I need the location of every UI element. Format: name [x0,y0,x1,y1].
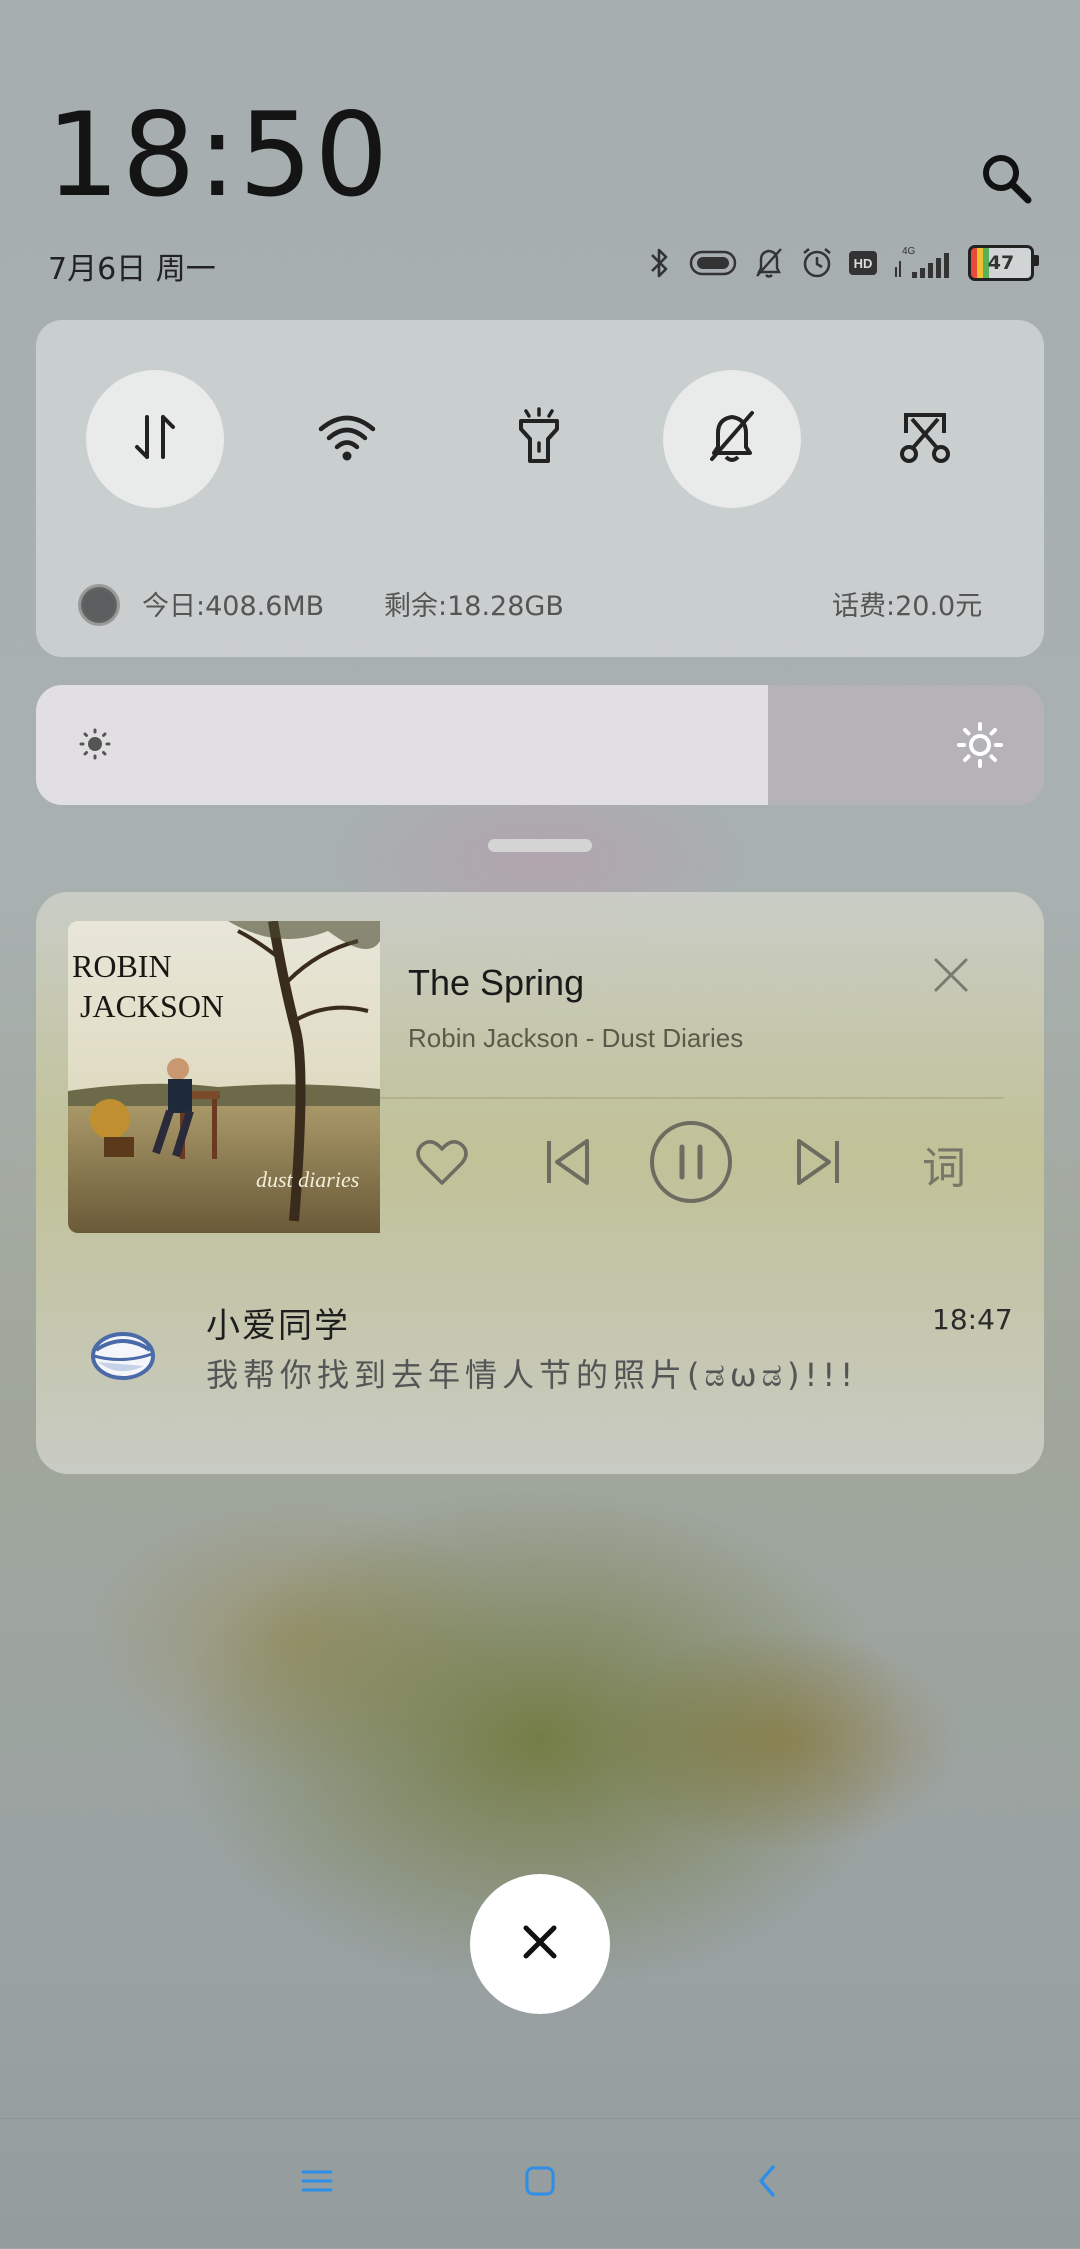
brightness-low-icon [78,727,112,765]
notification-app-name: 小爱同学 [206,1306,350,1346]
album-text-3: dust diaries [256,1167,359,1192]
usage-remaining: 剩余:18.28GB [384,591,564,622]
media-divider [380,1097,1004,1099]
toggle-flashlight[interactable] [470,370,608,508]
bell-off-icon [704,407,760,471]
date: 7月6日 周一 [48,252,216,287]
panel-drag-handle[interactable] [488,839,592,852]
heart-icon [414,1137,470,1191]
search-icon[interactable] [978,150,1034,206]
xiaoai-app-icon [88,1326,158,1382]
brightness-fill [36,685,768,805]
toggle-mobile-data[interactable] [86,370,224,508]
like-button[interactable] [402,1130,482,1198]
scissors-icon [896,409,954,469]
toggle-screenshot[interactable] [856,370,994,508]
bluetooth-icon [644,245,674,281]
battery-saver-icon [688,245,738,281]
usage-today: 今日:408.6MB [142,591,325,622]
album-text-2: JACKSON [80,988,224,1024]
usage-balance: 话费:20.0元 [832,591,983,622]
status-bar-icons: HD 4G 47 [644,245,1039,281]
lyrics-button[interactable]: 词 [904,1130,984,1198]
data-usage-ring [78,584,120,626]
hd-label: HD [854,256,873,271]
clear-notifications-button[interactable] [470,1874,610,2014]
alarm-icon [800,245,834,281]
skip-next-icon [791,1135,845,1193]
notification-message[interactable]: 我帮你找到去年情人节的照片(ಡωಡ)!!! [206,1350,858,1396]
hd-icon: HD [848,245,878,281]
pause-button[interactable] [648,1121,734,1207]
toggle-silent[interactable] [663,370,801,508]
nav-menu-button[interactable] [294,2160,340,2206]
notification-time: 18:47 [932,1303,1013,1336]
data-transfer-icon [125,407,185,471]
nav-back-button[interactable] [745,2160,791,2206]
track-title: The Spring [408,962,585,1003]
track-artist-album: Robin Jackson - Dust Diaries [408,1023,744,1053]
mute-icon [752,245,786,281]
signal-icon: 4G [892,245,954,281]
album-art[interactable]: ROBIN JACKSON dust diaries [68,921,380,1233]
home-square-icon [523,2164,557,2202]
menu-icon [299,2166,335,2200]
network-type: 4G [902,246,916,257]
next-button[interactable] [778,1130,858,1198]
previous-button[interactable] [528,1130,608,1198]
nav-home-button[interactable] [517,2160,563,2206]
chevron-left-icon [753,2163,783,2203]
wifi-icon [315,409,379,469]
clock: 18:50 [46,88,391,223]
album-text-1: ROBIN [72,948,172,984]
battery-indicator: 47 [968,245,1039,281]
skip-previous-icon [541,1135,595,1193]
close-media-icon[interactable] [930,954,972,996]
toggle-wifi[interactable] [278,370,416,508]
close-icon [518,1920,562,1968]
pause-icon [648,1119,734,1209]
brightness-slider[interactable] [36,685,1044,805]
flashlight-icon [514,407,564,471]
brightness-high-icon [956,721,1004,773]
